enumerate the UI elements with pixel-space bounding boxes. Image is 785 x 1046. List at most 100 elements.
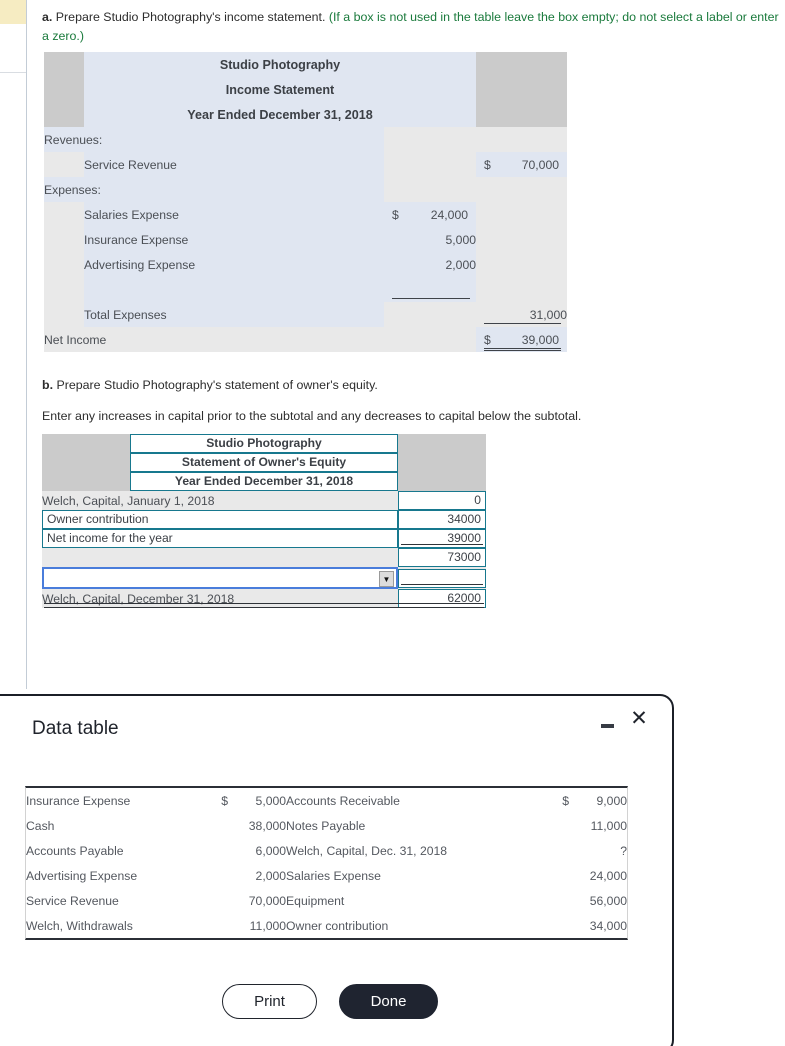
is-total-expenses-label: Total Expenses xyxy=(84,302,384,327)
is-salaries-label: Salaries Expense xyxy=(84,202,384,227)
dt-right-dollar-4 xyxy=(547,888,569,913)
is-salaries-col4 xyxy=(476,202,567,227)
oe-row-subtotal: 73000 xyxy=(42,548,486,567)
question-a-prefix: a. xyxy=(42,10,53,24)
dt-left-value-4: 70,000 xyxy=(248,893,287,908)
oe-title-row-1: Studio Photography xyxy=(42,434,486,491)
dt-left-dollar-3 xyxy=(206,863,228,888)
table-row: Advertising Expense 2,000 Salaries Expen… xyxy=(26,863,627,888)
dt-right-name-5: Owner contribution xyxy=(286,918,389,933)
oe-net-income-label-input[interactable]: Net income for the year xyxy=(42,529,398,548)
oe-ending-capital-input[interactable]: 62000 xyxy=(398,589,486,608)
is-service-revenue-dollar: $ xyxy=(484,157,491,172)
table-row: Service Revenue 70,000 Equipment 56,000 xyxy=(26,888,627,913)
is-salaries-value: 24,000 xyxy=(430,207,468,222)
is-row-net-income: Net Income $ 39,000 xyxy=(44,327,567,352)
question-a-body: Prepare Studio Photography's income stat… xyxy=(52,10,329,24)
sidebar-highlight-block xyxy=(0,0,26,24)
dt-left-name-0: Insurance Expense xyxy=(26,793,131,808)
oe-row-ending-capital: Welch, Capital, December 31, 2018 62000 xyxy=(42,589,486,608)
question-b-body: Prepare Studio Photography's statement o… xyxy=(53,378,378,392)
is-row-service-revenue: Service Revenue $ 70,000 xyxy=(44,152,567,177)
oe-title-input-3[interactable]: Year Ended December 31, 2018 xyxy=(130,472,398,491)
is-service-revenue-value: 70,000 xyxy=(521,157,559,172)
sidebar-divider-vertical xyxy=(26,0,27,689)
is-salaries-amount: $ 24,000 xyxy=(384,202,476,227)
table-row: Accounts Payable 6,000 Welch, Capital, D… xyxy=(26,838,627,863)
question-a-text: a. Prepare Studio Photography's income s… xyxy=(42,8,785,46)
dt-left-name-2: Accounts Payable xyxy=(26,843,124,858)
is-total-expenses-number: 31,000 xyxy=(529,307,567,322)
oe-decrease-value-input[interactable] xyxy=(398,568,486,588)
oe-owner-contribution-label-cell: Owner contribution xyxy=(42,510,398,529)
is-insurance-value: 5,000 xyxy=(384,227,476,252)
oe-title-input-1[interactable]: Studio Photography xyxy=(130,434,398,453)
dt-left-value-5: 11,000 xyxy=(249,918,287,933)
oe-decrease-value-cell xyxy=(398,567,486,589)
oe-owner-contribution-label-input[interactable]: Owner contribution xyxy=(42,510,398,529)
close-icon[interactable]: ✕ xyxy=(628,708,650,730)
oe-beginning-capital-label: Welch, Capital, January 1, 2018 xyxy=(42,491,398,510)
is-spacer-col4 xyxy=(476,277,567,302)
dt-right-value-1: 11,000 xyxy=(590,818,627,833)
is-title-row-1: Studio Photography xyxy=(44,52,567,127)
dt-left-dollar-2 xyxy=(206,838,228,863)
dt-left-name-3: Advertising Expense xyxy=(26,868,138,883)
is-title-line-2: Income Statement xyxy=(84,77,476,102)
dt-left-value-1: 38,000 xyxy=(248,818,287,833)
dt-left-name-5: Welch, Withdrawals xyxy=(26,918,133,933)
oe-owner-contribution-value-input[interactable]: 34000 xyxy=(398,510,486,529)
is-net-income-dollar: $ xyxy=(484,332,491,347)
oe-subtotal-value-input[interactable]: 73000 xyxy=(398,548,486,567)
is-expenses-col3 xyxy=(384,177,476,202)
owners-equity-table: Studio Photography Statement of Owner's … xyxy=(42,434,486,608)
is-header-gray-right xyxy=(476,52,567,127)
oe-subtotal-label-cell xyxy=(42,548,398,567)
oe-row-decrease: ▼ xyxy=(42,567,486,589)
is-row-revenues: Revenues: xyxy=(44,127,567,152)
chevron-down-icon[interactable]: ▼ xyxy=(379,571,394,587)
oe-decrease-select[interactable]: ▼ xyxy=(42,567,398,589)
is-spacer-label xyxy=(84,277,384,302)
oe-title-cell-3: Year Ended December 31, 2018 xyxy=(130,472,398,491)
oe-row-beginning-capital: Welch, Capital, January 1, 2018 0 xyxy=(42,491,486,510)
oe-owner-contribution-value-cell: 34000 xyxy=(398,510,486,529)
question-b-prefix: b. xyxy=(42,378,54,392)
dt-right-dollar-1 xyxy=(547,813,569,838)
dt-left-value-3: 2,000 xyxy=(255,868,287,883)
print-button[interactable]: Print xyxy=(222,984,317,1019)
is-spacer-indent xyxy=(44,277,84,302)
is-insurance-indent xyxy=(44,227,84,252)
done-button[interactable]: Done xyxy=(339,984,438,1019)
dt-right-name-4: Equipment xyxy=(286,893,345,908)
oe-beginning-capital-value-cell: 0 xyxy=(398,491,486,510)
is-advertising-value: 2,000 xyxy=(384,252,476,277)
oe-title-input-2[interactable]: Statement of Owner's Equity xyxy=(130,453,398,472)
dt-right-name-0: Accounts Receivable xyxy=(286,793,400,808)
dt-left-dollar-0: $ xyxy=(221,793,229,808)
is-advertising-col4 xyxy=(476,252,567,277)
is-service-revenue-col3 xyxy=(384,152,476,177)
oe-ending-capital-value-cell: 62000 xyxy=(398,589,486,608)
oe-row-owner-contribution: Owner contribution 34000 xyxy=(42,510,486,529)
dt-right-dollar-5 xyxy=(547,913,569,938)
oe-row-net-income: Net income for the year 39000 xyxy=(42,529,486,548)
is-row-advertising: Advertising Expense 2,000 xyxy=(44,252,567,277)
oe-beginning-capital-input[interactable]: 0 xyxy=(398,491,486,510)
is-expenses-label: Expenses: xyxy=(44,177,384,202)
is-net-income-label: Net Income xyxy=(44,327,384,352)
oe-net-income-value-input[interactable]: 39000 xyxy=(398,529,486,548)
is-row-insurance: Insurance Expense 5,000 xyxy=(44,227,567,252)
is-expenses-subtotal-rule xyxy=(384,277,476,302)
is-revenues-label: Revenues: xyxy=(44,127,384,152)
minimize-icon[interactable] xyxy=(600,716,614,730)
table-row: Welch, Withdrawals 11,000 Owner contribu… xyxy=(26,913,627,938)
is-title-line-3: Year Ended December 31, 2018 xyxy=(84,102,476,127)
oe-subtotal-value-cell: 73000 xyxy=(398,548,486,567)
is-revenues-col3 xyxy=(384,127,476,152)
dt-right-dollar-2 xyxy=(547,838,569,863)
dt-right-value-3: 24,000 xyxy=(589,868,627,883)
income-statement-table: Studio Photography Income Statement Year… xyxy=(44,52,567,352)
oe-decrease-select-cell: ▼ xyxy=(42,567,398,589)
dt-left-name-1: Cash xyxy=(26,818,55,833)
